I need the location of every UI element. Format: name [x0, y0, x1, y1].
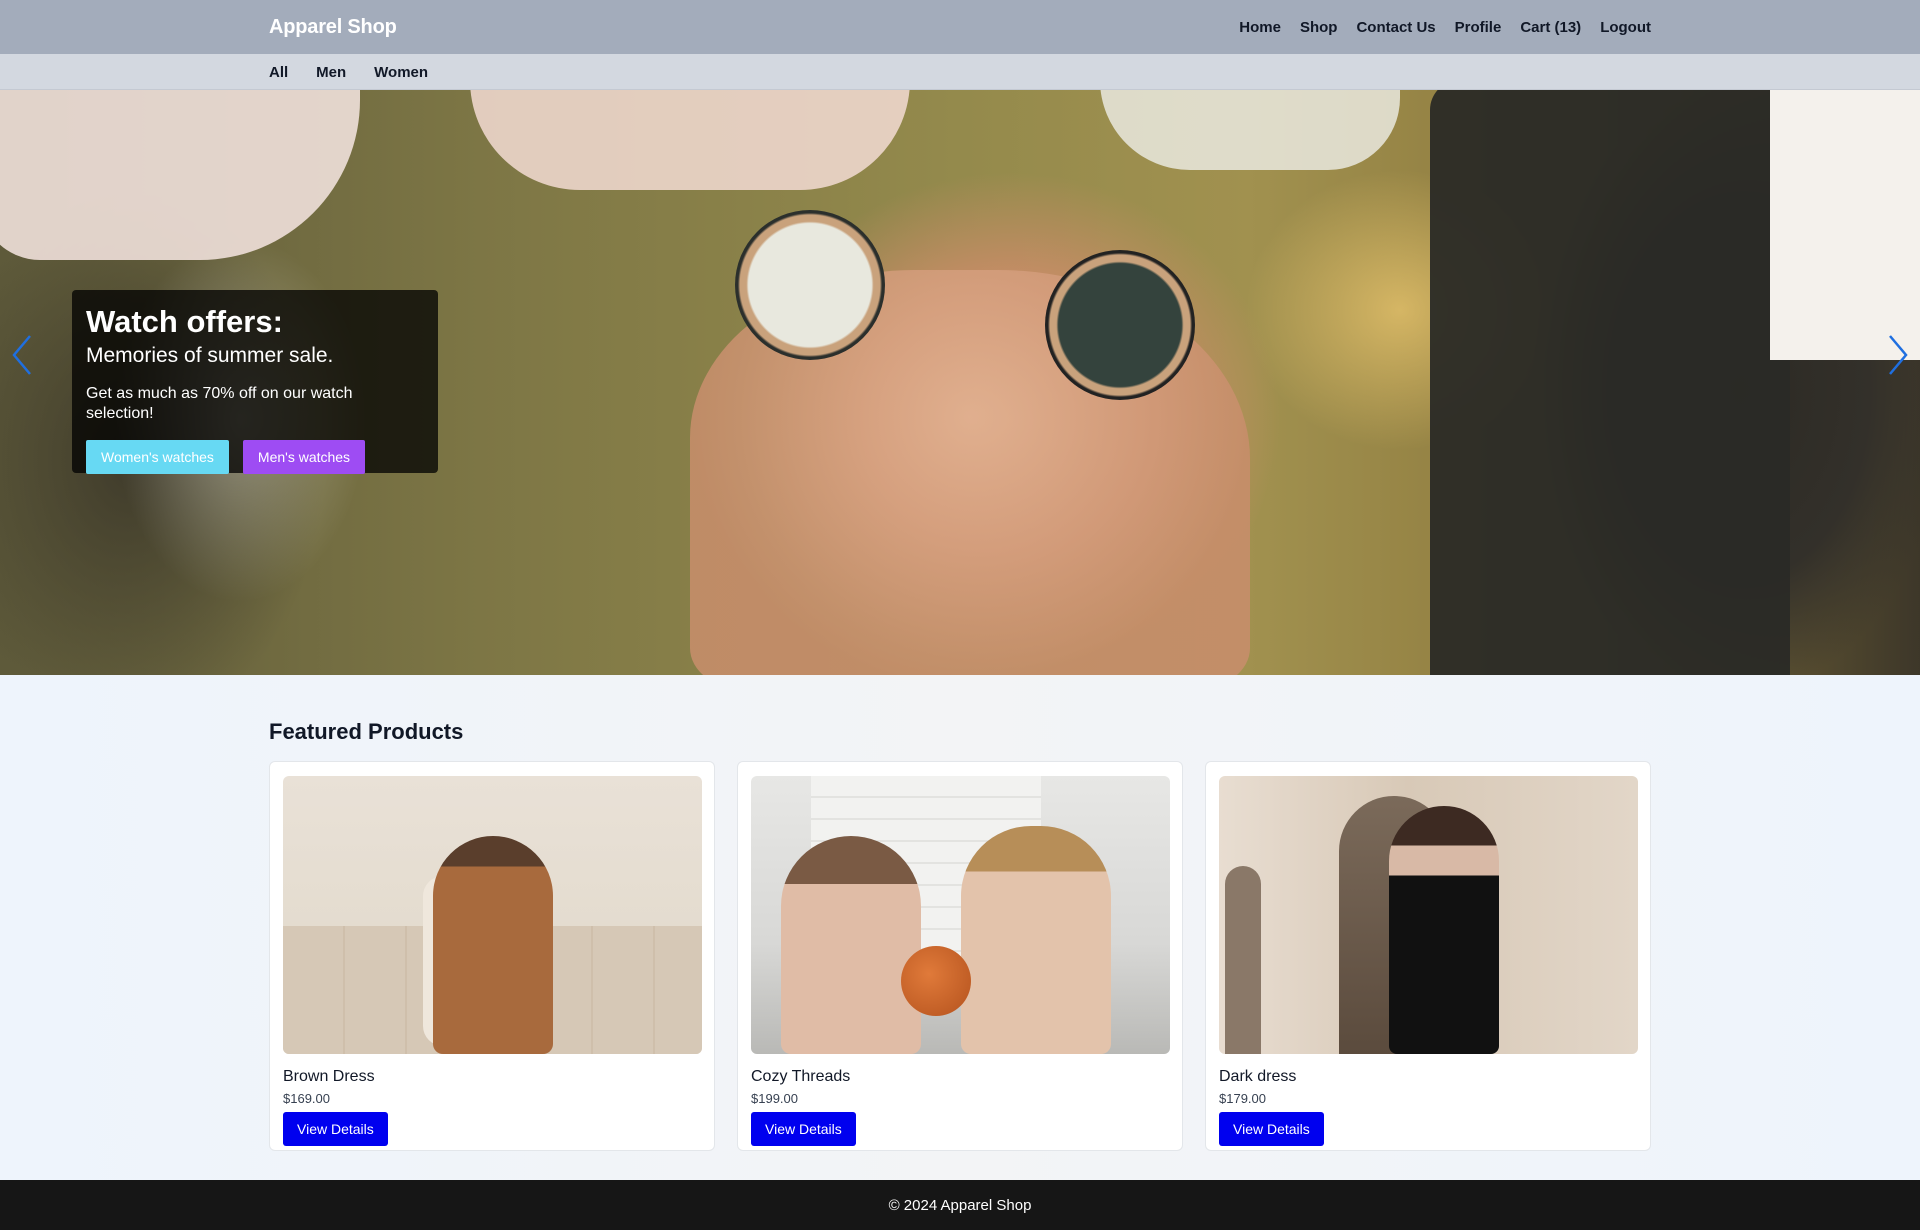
- hero-image-sleeve-left: [0, 90, 360, 260]
- brand-logo[interactable]: Apparel Shop: [269, 16, 397, 39]
- featured-section: Featured Products Brown Dress $169.00 Vi…: [0, 675, 1920, 1180]
- hero-image-watch-green: [1045, 250, 1195, 400]
- product-price: $199.00: [751, 1091, 798, 1106]
- hero-buttons: Women's watches Men's watches: [86, 440, 424, 474]
- nav-home[interactable]: Home: [1239, 19, 1281, 36]
- hero-caption: Watch offers: Memories of summer sale. G…: [72, 290, 438, 474]
- product-card: Dark dress $179.00 View Details: [1205, 761, 1651, 1151]
- mens-watches-button[interactable]: Men's watches: [242, 440, 366, 474]
- product-name: Brown Dress: [283, 1068, 375, 1085]
- hero-image-cuff-left: [470, 90, 910, 190]
- footer: © 2024 Apparel Shop: [0, 1180, 1920, 1230]
- product-name: Dark dress: [1219, 1068, 1297, 1085]
- hero-carousel: Watch offers: Memories of summer sale. G…: [0, 90, 1920, 675]
- hero-image-shirt-right: [1770, 90, 1920, 360]
- hero-image-sleeve-right: [1430, 90, 1790, 675]
- view-details-button[interactable]: View Details: [283, 1112, 388, 1146]
- main-nav: Home Shop Contact Us Profile Cart (13) L…: [1239, 19, 1651, 36]
- nav-shop[interactable]: Shop: [1300, 19, 1338, 36]
- product-price: $179.00: [1219, 1091, 1266, 1106]
- hero-title: Watch offers:: [86, 304, 283, 339]
- product-card: Cozy Threads $199.00 View Details: [737, 761, 1183, 1151]
- footer-copyright: © 2024 Apparel Shop: [888, 1196, 1032, 1214]
- product-name: Cozy Threads: [751, 1068, 851, 1085]
- hero-image-cuff-right: [1100, 90, 1400, 170]
- view-details-button[interactable]: View Details: [751, 1112, 856, 1146]
- hero-image-watch-white: [735, 210, 885, 360]
- section-title: Featured Products: [269, 719, 464, 744]
- category-women[interactable]: Women: [374, 64, 428, 81]
- nav-cart[interactable]: Cart (13): [1520, 19, 1581, 36]
- category-bar: All Men Women: [0, 54, 1920, 90]
- chevron-left-icon[interactable]: [8, 330, 38, 380]
- nav-logout[interactable]: Logout: [1600, 19, 1651, 36]
- hero-text: Get as much as 70% off on our watch sele…: [86, 385, 353, 422]
- category-all[interactable]: All: [269, 64, 288, 81]
- top-navbar: Apparel Shop Home Shop Contact Us Profil…: [0, 0, 1920, 54]
- product-image[interactable]: [751, 776, 1170, 1054]
- nav-profile[interactable]: Profile: [1455, 19, 1502, 36]
- womens-watches-button[interactable]: Women's watches: [86, 440, 229, 474]
- view-details-button[interactable]: View Details: [1219, 1112, 1324, 1146]
- product-price: $169.00: [283, 1091, 330, 1106]
- product-card: Brown Dress $169.00 View Details: [269, 761, 715, 1151]
- hero-subtitle: Memories of summer sale.: [86, 344, 334, 367]
- nav-contact-us[interactable]: Contact Us: [1356, 19, 1435, 36]
- product-image[interactable]: [1219, 776, 1638, 1054]
- product-image[interactable]: [283, 776, 702, 1054]
- category-men[interactable]: Men: [316, 64, 346, 81]
- chevron-right-icon[interactable]: [1882, 330, 1912, 380]
